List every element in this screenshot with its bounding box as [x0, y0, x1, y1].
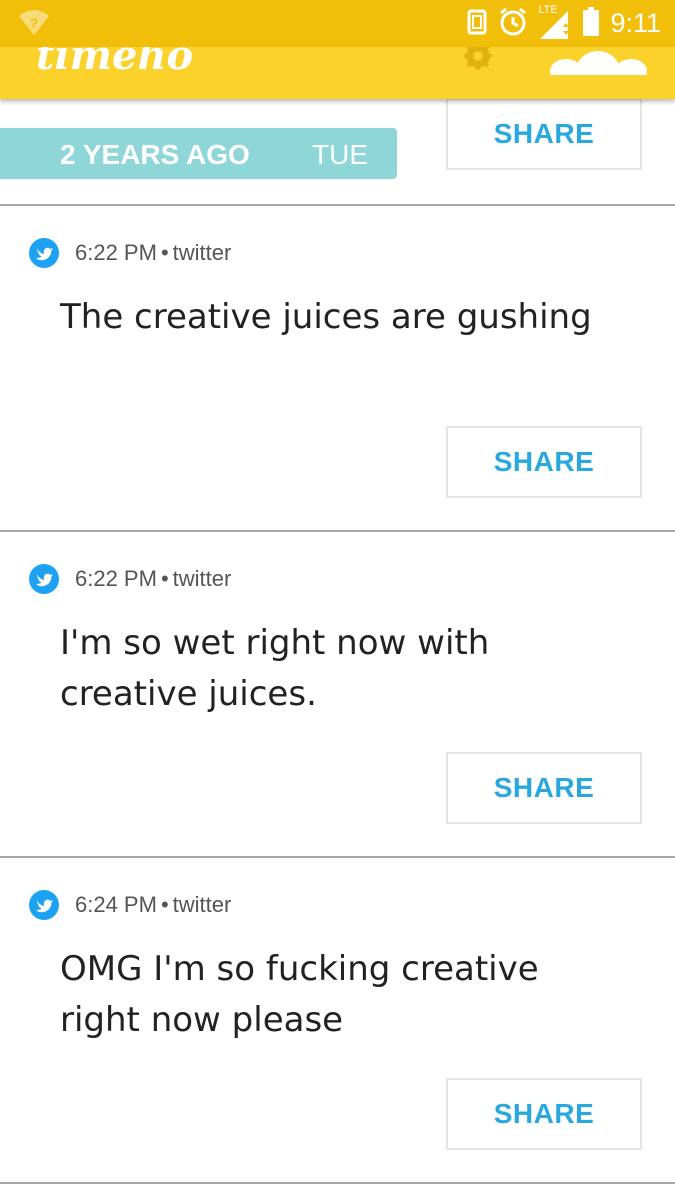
post-card: 6:22 PM • twitter The creative juices are … [0, 206, 675, 530]
post-source: twitter [172, 240, 232, 265]
post-time: 6:24 PM [75, 892, 157, 917]
post-meta: 6:22 PM • twitter [29, 564, 231, 594]
twitter-icon [29, 238, 59, 268]
alarm-icon [498, 7, 528, 41]
vibrate-icon [466, 8, 488, 40]
post-card: 6:22 PM • twitter I'm so wet right now wit… [0, 532, 675, 856]
years-ago-label: 2 YEARS AGO [60, 139, 250, 170]
post-text: OMG I'm so fucking creative right now pl… [60, 949, 539, 1040]
divider [0, 1182, 675, 1184]
post-source: twitter [172, 892, 232, 917]
network-type-label: LTE [538, 3, 558, 16]
post-card: 6:24 PM • twitter OMG I'm so fucking creat… [0, 858, 675, 1182]
app-bar: timehop [0, 47, 675, 99]
date-header: 2 YEARS AGO TUE SHARE [0, 98, 675, 206]
settings-gear-icon[interactable] [455, 47, 501, 75]
wifi-unknown-icon: ? [18, 8, 50, 40]
status-bar: ? LTE 9:11 [0, 0, 675, 47]
weekday-label: TUE [312, 139, 368, 170]
svg-text:?: ? [30, 15, 39, 31]
friends-icon[interactable] [548, 49, 648, 91]
post-source: twitter [172, 566, 232, 591]
twitter-icon [29, 564, 59, 594]
svg-text:timehop: timehop [36, 47, 192, 79]
twitter-icon [29, 890, 59, 920]
share-post-button[interactable]: SHARE [446, 1078, 642, 1150]
post-meta: 6:24 PM • twitter [29, 890, 231, 920]
date-badge: 2 YEARS AGO TUE [0, 128, 397, 179]
separator-dot: • [160, 240, 169, 265]
timehop-logo[interactable]: timehop [32, 47, 221, 87]
share-day-button[interactable]: SHARE [446, 98, 642, 170]
share-post-button[interactable]: SHARE [446, 752, 642, 824]
separator-dot: • [160, 892, 169, 917]
post-text: I'm so wet right now with creative juice… [60, 623, 490, 714]
signal-lte-icon: LTE [538, 3, 572, 41]
post-time: 6:22 PM [75, 566, 157, 591]
post-time: 6:22 PM [75, 240, 157, 265]
status-time: 9:11 [610, 8, 661, 38]
post-text: The creative juices are gushing [60, 297, 592, 337]
share-post-button[interactable]: SHARE [446, 426, 642, 498]
post-meta: 6:22 PM • twitter [29, 238, 231, 268]
separator-dot: • [160, 566, 169, 591]
battery-icon [582, 6, 600, 41]
